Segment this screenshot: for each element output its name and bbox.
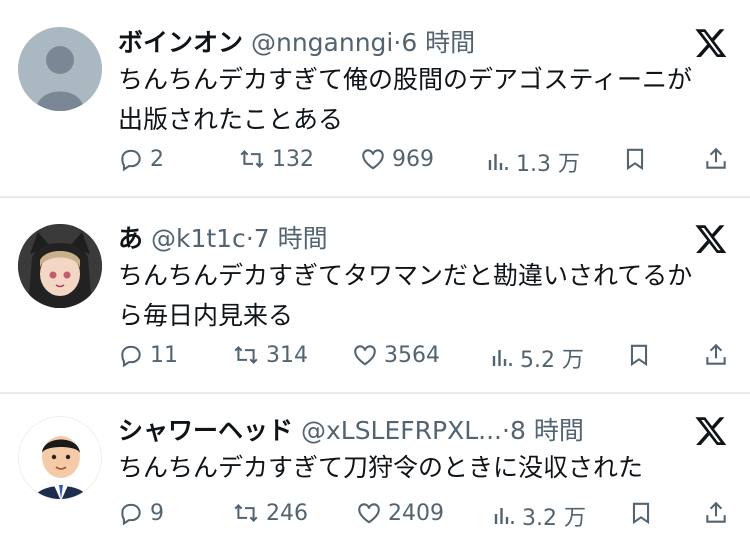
like-button[interactable]: 969 — [360, 146, 434, 172]
like-count: 2409 — [388, 500, 444, 526]
retweet-button[interactable]: 314 — [232, 342, 308, 368]
reply-icon — [121, 149, 141, 172]
share-button[interactable] — [703, 342, 729, 368]
tweet-text-line: ら毎日内見来る — [118, 301, 294, 330]
views-button[interactable]: 1.3 万 — [486, 146, 580, 178]
bookmark-button[interactable] — [626, 342, 652, 368]
retweet-count: 132 — [272, 146, 314, 172]
x-logo-icon — [695, 417, 727, 446]
action-bar: 11 314 3564 5.2 万 — [0, 342, 750, 376]
avatar-default[interactable] — [18, 27, 102, 111]
retweet-count: 314 — [266, 342, 308, 368]
like-icon — [358, 503, 380, 524]
tweet-text-line: ちんちんデカすぎて俺の股間のデアゴスティーニが — [118, 65, 693, 94]
tweet-text-line: 出版されたことある — [118, 105, 344, 134]
tweet-header: シャワーヘッド @xLSLEFRPXL...·8 時間 — [118, 414, 584, 448]
like-count: 3564 — [384, 342, 440, 368]
default-avatar-icon — [18, 27, 102, 111]
timestamp[interactable]: 7 時間 — [254, 224, 328, 253]
views-count: 1.3 万 — [516, 152, 580, 177]
like-button[interactable]: 2409 — [356, 500, 444, 526]
bookmark-icon — [630, 344, 648, 367]
tweet-text: ちんちんデカすぎて刀狩令のときに没収された — [118, 448, 643, 488]
retweet-button[interactable]: 132 — [238, 146, 314, 172]
bookmark-button[interactable] — [628, 500, 654, 526]
reply-button[interactable]: 9 — [118, 500, 164, 526]
display-name[interactable]: ボインオン — [118, 28, 243, 57]
share-icon — [706, 501, 726, 523]
tweet-1[interactable]: ボインオン @nnganngi·6 時間 ちんちんデカすぎて俺の股間のデアゴステ… — [0, 0, 750, 196]
share-icon — [706, 343, 726, 365]
reply-count: 9 — [150, 500, 164, 526]
tweet-text-line: ちんちんデカすぎて刀狩令のときに没収された — [118, 453, 644, 482]
tweet-text: ちんちんデカすぎて俺の股間のデアゴスティーニが 出版されたことある — [118, 60, 692, 140]
tweet-3[interactable]: シャワーヘッド @xLSLEFRPXL...·8 時間 ちんちんデカすぎて刀狩令… — [0, 394, 750, 551]
reply-count: 11 — [150, 342, 178, 368]
retweet-count: 246 — [266, 500, 308, 526]
timestamp[interactable]: 8 時間 — [510, 416, 584, 445]
user-handle[interactable]: @k1t1c — [151, 224, 246, 253]
x-logo-icon — [695, 225, 727, 254]
timestamp[interactable]: 6 時間 — [401, 28, 475, 57]
retweet-button[interactable]: 246 — [232, 500, 308, 526]
tweet-header: ボインオン @nnganngi·6 時間 — [118, 26, 475, 60]
action-bar: 2 132 969 1.3 万 — [0, 146, 750, 180]
like-count: 969 — [392, 146, 434, 172]
avatar-anime[interactable] — [18, 224, 102, 308]
timeline-feed: ボインオン @nnganngi·6 時間 ちんちんデカすぎて俺の股間のデアゴステ… — [0, 0, 750, 551]
reply-count: 2 — [150, 146, 164, 172]
like-icon — [354, 345, 376, 366]
views-icon — [494, 508, 514, 524]
views-count: 3.2 万 — [522, 506, 586, 531]
reply-button[interactable]: 11 — [118, 342, 178, 368]
share-icon — [706, 147, 726, 169]
share-button[interactable] — [703, 146, 729, 172]
anime-avatar-icon — [18, 224, 102, 308]
tweet-text-line: ちんちんデカすぎてタワマンだと勘違いされてるか — [118, 261, 693, 290]
retweet-icon — [234, 345, 258, 365]
retweet-icon — [240, 149, 264, 169]
action-bar: 9 246 2409 3.2 万 — [0, 500, 750, 534]
avatar-businessman[interactable] — [18, 416, 102, 500]
separator-dot: · — [502, 416, 510, 445]
bookmark-icon — [626, 148, 644, 171]
bookmark-button[interactable] — [622, 146, 648, 172]
businessman-avatar-icon — [19, 417, 101, 499]
bookmark-icon — [632, 502, 650, 525]
tweet-text: ちんちんデカすぎてタワマンだと勘違いされてるか ら毎日内見来る — [118, 256, 692, 336]
retweet-icon — [234, 503, 258, 523]
like-icon — [362, 149, 384, 170]
display-name[interactable]: シャワーヘッド — [118, 416, 293, 445]
separator-dot: · — [245, 224, 254, 253]
reply-icon — [121, 503, 141, 526]
views-icon — [492, 350, 512, 366]
user-handle[interactable]: @nnganngi — [251, 28, 393, 57]
x-logo-icon — [695, 29, 727, 58]
share-button[interactable] — [703, 500, 729, 526]
tweet-header: あ @k1t1c·7 時間 — [118, 222, 328, 256]
views-button[interactable]: 5.2 万 — [490, 342, 584, 374]
views-icon — [488, 154, 508, 170]
reply-icon — [121, 345, 141, 368]
tweet-2[interactable]: あ @k1t1c·7 時間 ちんちんデカすぎてタワマンだと勘違いされてるか ら毎… — [0, 198, 750, 392]
like-button[interactable]: 3564 — [352, 342, 440, 368]
user-handle[interactable]: @xLSLEFRPXL... — [301, 416, 502, 445]
reply-button[interactable]: 2 — [118, 146, 164, 172]
views-count: 5.2 万 — [520, 348, 584, 373]
display-name[interactable]: あ — [118, 224, 143, 253]
views-button[interactable]: 3.2 万 — [492, 500, 586, 532]
